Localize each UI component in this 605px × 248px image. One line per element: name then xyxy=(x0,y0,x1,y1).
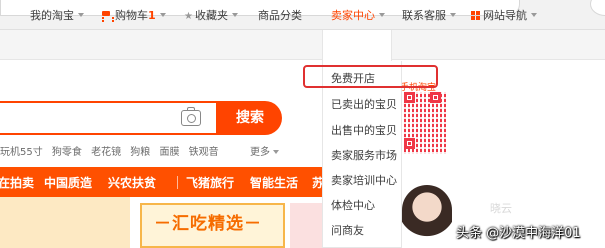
seller-center-tab-bg xyxy=(322,30,392,61)
nav-categories[interactable]: 商品分类 xyxy=(258,8,302,24)
star-icon: ★ xyxy=(184,11,193,22)
nav-cart-label: 购物车 xyxy=(115,9,148,22)
promo-banner-huichi[interactable]: －汇吃精选－ xyxy=(140,203,285,248)
nav-seller-center[interactable]: 卖家中心 xyxy=(331,8,385,24)
menu-item-training-center[interactable]: 卖家培训中心 xyxy=(331,172,397,188)
seller-center-dropdown: 免费开店 已卖出的宝贝 出售中的宝贝 卖家服务市场 卖家培训中心 体检中心 问商… xyxy=(322,61,402,248)
avatar xyxy=(402,185,452,248)
nav-cart[interactable]: 购物车1 xyxy=(101,8,166,24)
qr-finder xyxy=(430,92,441,103)
hot-words: 玩机55寸 狗零食 老花镜 狗粮 面膜 铁观音 xyxy=(0,143,225,158)
cart-count: 1 xyxy=(148,9,156,22)
chevron-down-icon xyxy=(159,13,166,17)
menu-item-sold-items[interactable]: 已卖出的宝贝 xyxy=(331,96,397,112)
annotation-highlight-box xyxy=(303,65,438,88)
divider xyxy=(177,176,178,189)
promo-banner[interactable] xyxy=(0,197,130,248)
watermark-text: 头条 @沙漠中海洋01 xyxy=(456,226,581,241)
nav-site-nav[interactable]: 网站导航 xyxy=(471,8,537,24)
hot-word[interactable]: 狗零食 xyxy=(52,147,82,158)
more-label: 更多 xyxy=(250,147,270,158)
menu-item-on-sale-items[interactable]: 出售中的宝贝 xyxy=(331,122,397,138)
menu-item-ask-merchants[interactable]: 问商友 xyxy=(331,222,364,238)
menu-item-service-market[interactable]: 卖家服务市场 xyxy=(331,147,397,163)
nav-favorites[interactable]: ★ 收藏夹 xyxy=(184,8,238,24)
category-item[interactable]: 兴农扶贫 xyxy=(108,174,156,191)
hot-word[interactable]: 玩机55寸 xyxy=(0,147,43,158)
nav-categories-label: 商品分类 xyxy=(258,9,302,22)
hot-word[interactable]: 铁观音 xyxy=(189,147,219,158)
nav-my-taobao-label: 我的淘宝 xyxy=(30,9,74,22)
category-item[interactable]: 智能生活 xyxy=(250,174,298,191)
nav-support-label: 联系客服 xyxy=(402,9,446,22)
hot-word[interactable]: 面膜 xyxy=(159,147,179,158)
cart-icon xyxy=(101,10,114,20)
category-item[interactable]: 中国质造 xyxy=(44,174,92,191)
nav-favorites-label: 收藏夹 xyxy=(194,9,228,22)
hot-word[interactable]: 狗粮 xyxy=(130,147,150,158)
grid-icon xyxy=(471,11,480,20)
nav-seller-center-label: 卖家中心 xyxy=(331,9,375,22)
camera-icon[interactable] xyxy=(181,107,201,126)
browser-button[interactable] xyxy=(590,0,605,16)
more-link[interactable]: 更多 xyxy=(250,143,279,158)
qr-finder xyxy=(404,92,415,103)
site-nav xyxy=(0,30,605,60)
nav-my-taobao[interactable]: 我的淘宝 xyxy=(30,8,84,24)
menu-item-checkup-center[interactable]: 体检中心 xyxy=(331,197,375,213)
category-item[interactable]: 在拍卖 xyxy=(0,174,34,191)
nav-site-nav-label: 网站导航 xyxy=(483,9,527,22)
promo-banner[interactable] xyxy=(290,203,322,248)
nav-support[interactable]: 联系客服 xyxy=(402,8,456,24)
search-button[interactable]: 搜索 xyxy=(218,101,282,135)
chevron-down-icon xyxy=(231,13,238,17)
category-bar: 在拍卖 中国质造 兴农扶贫 飞猪旅行 智能生活 苏 xyxy=(0,167,324,197)
faint-watermark: 晓云 xyxy=(490,202,512,215)
chevron-down-icon xyxy=(450,13,456,17)
chevron-down-icon xyxy=(379,13,385,17)
qr-code-icon xyxy=(404,92,446,154)
chevron-down-icon xyxy=(531,13,537,17)
chevron-down-icon xyxy=(78,13,84,17)
banner-title: －汇吃精选－ xyxy=(154,214,262,234)
qr-finder xyxy=(404,138,415,149)
hot-word[interactable]: 老花镜 xyxy=(91,147,121,158)
chevron-down-icon xyxy=(273,150,279,154)
category-item[interactable]: 飞猪旅行 xyxy=(186,174,234,191)
